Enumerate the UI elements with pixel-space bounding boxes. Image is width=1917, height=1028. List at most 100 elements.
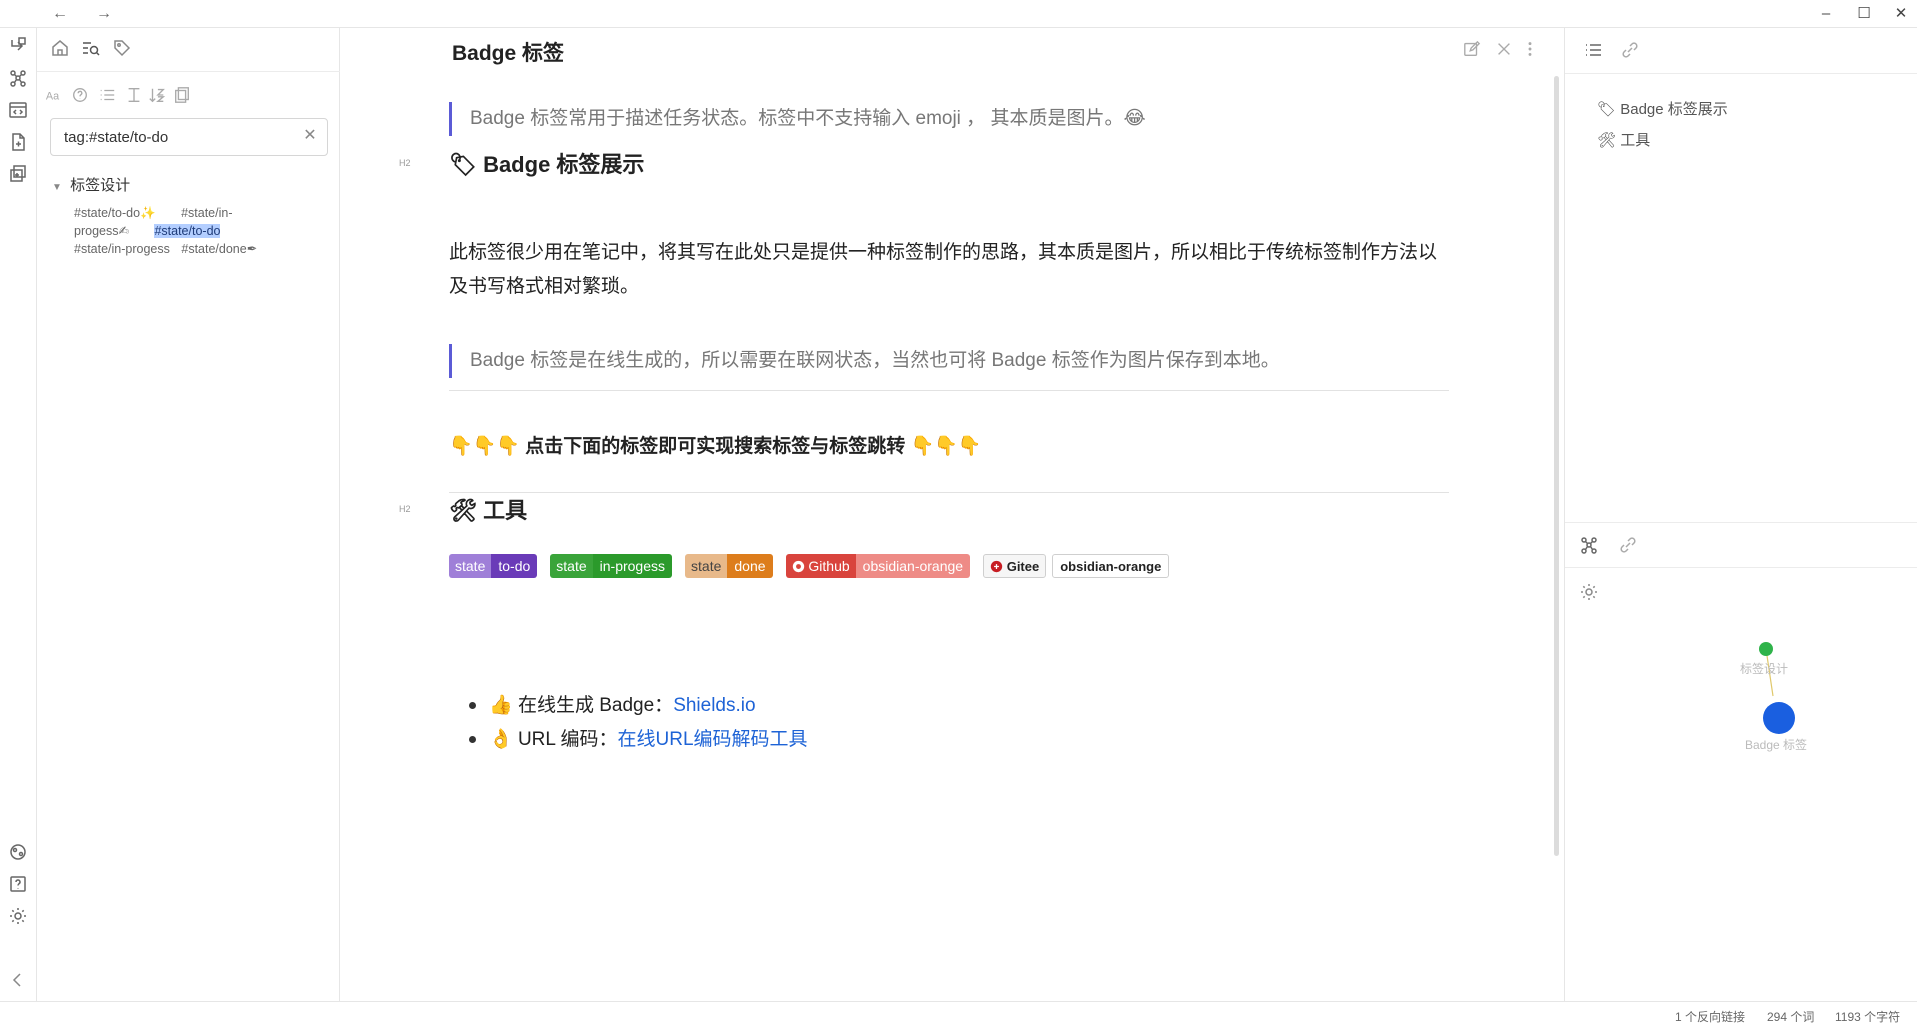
thumbs-up-icon: 👍 [489,694,513,716]
badge-value: to-do [491,554,538,578]
heading-level-tag: H2 [399,504,411,514]
search-help-icon[interactable] [71,86,93,108]
horizontal-rule [449,390,1449,391]
badge-label: state [550,554,593,578]
url-encoder-link[interactable]: 在线URL编码解码工具 [618,729,808,750]
label-tag-icon: 🏷 [449,153,477,178]
settings-gear-icon[interactable] [8,906,30,928]
forward-arrow-icon[interactable]: → [92,4,116,24]
svg-text:Aa: Aa [46,91,59,103]
badge-state-in-progess[interactable]: state in-progess [550,554,673,578]
back-arrow-icon[interactable]: ← [48,4,72,24]
clear-search-icon[interactable]: ✕ [301,127,319,145]
local-graph-tab-icon[interactable] [1579,535,1603,559]
tools-icon: 🛠 [449,499,477,524]
left-sidebar: Aa ✕ ▼ 标签设计 #state/to-do✨ #state/in [37,28,340,1001]
editor-scrollbar[interactable] [1554,76,1559,856]
right-sidebar-tabs [1565,28,1917,74]
right-sidebar: 🏷 Badge 标签展示 🛠 工具 标签设计 Badge 标签 [1564,28,1917,1015]
edit-mode-icon[interactable] [1463,40,1485,62]
graph-view-icon[interactable] [8,68,30,90]
pointing-down-icon: 👇👇👇 [910,435,982,457]
editor-pane: Badge 标签 Badge 标签常用于描述任务状态。标签中不支持输入 emoj… [341,28,1563,1001]
badge-state-done[interactable]: state done [685,554,773,578]
shields-link[interactable]: Shields.io [673,695,755,716]
file-explorer-home-icon[interactable] [50,38,74,62]
maximize-button[interactable]: ☐ [1852,4,1876,24]
graph-node-label: 标签设计 [1740,662,1789,676]
badge-gitee[interactable]: Gitee [983,554,1047,578]
minimize-button[interactable]: – [1814,4,1838,24]
list-view-icon[interactable] [98,86,120,108]
view-header: Badge 标签 [341,28,1563,72]
sort-icon[interactable] [148,86,170,108]
outline-item-label: Badge 标签展示 [1620,101,1728,118]
search-input[interactable] [52,120,292,154]
blockquote-intro: Badge 标签常用于描述任务状态。标签中不支持输入 emoji ， 其本质是图… [449,102,1146,136]
match-text: #state/in- [181,206,233,220]
gitee-icon [990,560,1003,573]
close-tab-icon[interactable] [1495,40,1517,62]
horizontal-rule [449,492,1449,493]
github-icon [792,560,804,573]
badge-state-to-do[interactable]: state to-do [449,554,538,578]
collapse-sidebar-chevron-icon[interactable] [8,970,30,992]
outline-item-tools[interactable]: 🛠 工具 [1597,129,1650,150]
graph-node-label: Badge 标签 [1745,738,1808,752]
search-match-snippet[interactable]: #state/to-do✨ #state/in- progess✍ #state… [74,204,319,258]
open-quick-switcher-icon[interactable] [8,36,30,58]
left-sidebar-tabs [37,28,340,72]
badge-label: Gitee [984,555,1045,577]
outline-item-label: 工具 [1620,132,1651,149]
note-title[interactable]: Badge 标签 [452,37,564,67]
badge-value: obsidian-orange [855,554,971,578]
outline-item-badge-display[interactable]: 🏷 Badge 标签展示 [1597,98,1728,119]
list-item: 👌 URL 编码：在线URL编码解码工具 [449,722,1349,756]
match-text: #state/done [181,242,247,256]
pointing-down-icon: 👇👇👇 [449,435,520,457]
templates-icon[interactable] [8,164,30,186]
label-tag-icon: 🏷 [1597,100,1617,118]
tags-tab-icon[interactable] [112,38,136,62]
collapse-results-icon[interactable] [125,86,147,108]
ok-hand-icon: 👌 [489,728,513,750]
tools-list: 👍 在线生成 Badge：Shields.io 👌 URL 编码：在线URL编码… [449,688,1349,756]
badge-github[interactable]: Github obsidian-orange [785,554,971,578]
paragraph: 此标签很少用在笔记中，将其写在此处只是提供一种标签制作的思路，其本质是图片，所以… [449,242,1438,297]
tools-icon: 🛠 [1597,131,1617,149]
graph-canvas [1759,642,1795,734]
outgoing-links-tab-icon[interactable] [1618,535,1642,559]
more-options-icon[interactable] [1521,40,1543,62]
new-note-icon[interactable] [8,132,30,154]
right-sidebar-lower-tabs [1565,522,1917,568]
badge-label: state [449,554,492,578]
badge-gitee-value[interactable]: obsidian-orange [1052,554,1170,578]
badge-label-text: Github [808,558,850,574]
match-case-icon[interactable]: Aa [45,86,67,108]
local-graph[interactable]: 标签设计 Badge 标签 [1565,568,1917,1015]
vault-switcher-icon[interactable] [8,842,30,864]
backlinks-count[interactable]: 1 个反向链接 [1675,1008,1745,1025]
list-item-text: URL 编码： [517,729,618,750]
help-icon[interactable] [8,874,30,896]
search-box: ✕ [50,118,328,156]
title-bar: ← → – ☐ ✕ [0,0,1917,28]
badge-value: obsidian-orange [1060,559,1162,574]
sparkles-icon: ✨ [140,205,156,220]
graph-node-badge-note[interactable] [1763,702,1795,734]
backlinks-tab-icon[interactable] [1620,40,1644,64]
list-item-text: 在线生成 Badge： [517,695,674,716]
heading-text: 工具 [483,498,528,523]
search-result-file[interactable]: ▼ 标签设计 [52,174,130,196]
outline-tab-icon[interactable] [1583,40,1607,64]
code-block-icon[interactable] [8,100,30,122]
heading-text: 点击下面的标签即可实现搜索标签与标签跳转 [525,436,906,457]
graph-node-tag-design[interactable] [1759,642,1773,656]
search-tab-icon[interactable] [81,38,105,62]
close-window-button[interactable]: ✕ [1889,4,1913,24]
copy-results-icon[interactable] [173,86,195,108]
badge-label: Github [785,554,856,578]
chevron-down-icon[interactable]: ▼ [52,182,66,193]
heading-click-badges: 👇👇👇 点击下面的标签即可实现搜索标签与标签跳转 👇👇👇 [449,431,982,458]
badge-label: state [685,554,728,578]
